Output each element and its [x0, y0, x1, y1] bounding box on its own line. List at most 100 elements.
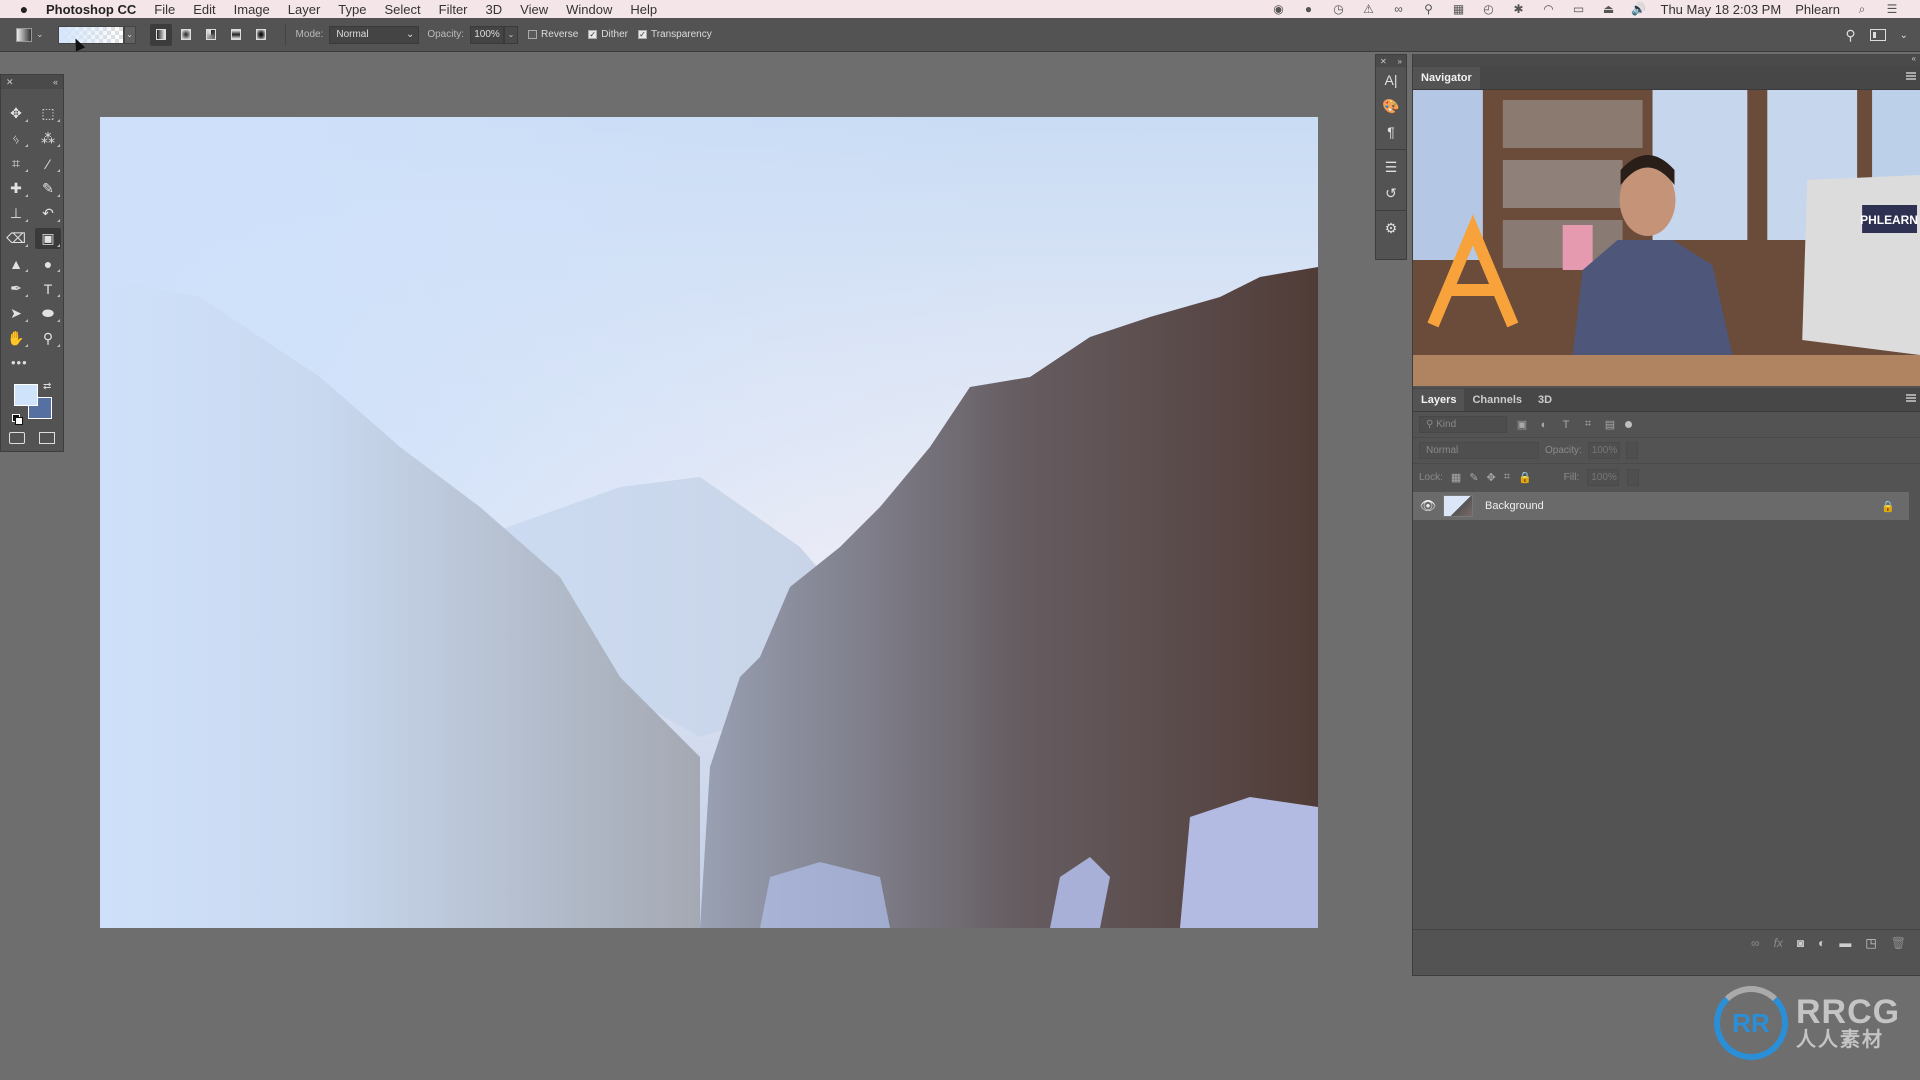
magic-wand-tool[interactable]: ⁂ — [35, 128, 61, 149]
layer-name[interactable]: Background — [1485, 500, 1881, 512]
adjustment-icon[interactable]: ◐ — [1818, 936, 1825, 950]
menu-file[interactable]: File — [154, 2, 175, 17]
lock-position-icon[interactable]: ✥ — [1487, 471, 1496, 484]
creative-cloud-icon[interactable]: ∞ — [1391, 2, 1407, 16]
layer-opacity-dropdown[interactable] — [1625, 442, 1638, 459]
brush-tool[interactable]: ✎ — [35, 178, 61, 199]
tool-preset-picker[interactable] — [16, 27, 32, 42]
screen-mode-icon[interactable] — [39, 432, 55, 444]
hand-tool[interactable]: ✋ — [3, 328, 29, 349]
blur-tool[interactable]: ▲ — [3, 253, 29, 274]
angle-gradient-button[interactable] — [200, 24, 222, 46]
workspace-icon[interactable] — [1869, 29, 1886, 41]
swap-colors-icon[interactable]: ⇄ — [43, 381, 51, 392]
edit-toolbar-button[interactable]: ••• — [11, 355, 63, 370]
volume-icon[interactable]: 🔊 — [1631, 2, 1647, 16]
menu-help[interactable]: Help — [630, 2, 657, 17]
opacity-input[interactable]: 100% — [470, 25, 505, 44]
menu-edit[interactable]: Edit — [193, 2, 215, 17]
pen-tool[interactable]: ✒ — [3, 278, 29, 299]
mask-icon[interactable]: ◙ — [1797, 936, 1804, 950]
folder-icon[interactable]: ▬ — [1839, 936, 1851, 950]
menu-image[interactable]: Image — [234, 2, 270, 17]
time-machine-icon[interactable]: ◴ — [1481, 2, 1497, 16]
lock-all-icon[interactable]: 🔒 — [1518, 471, 1532, 484]
kind-filter-select[interactable]: ⚲ Kind — [1419, 416, 1507, 433]
default-colors-icon[interactable] — [12, 414, 23, 425]
clone-source-icon[interactable]: ☰ — [1376, 154, 1406, 180]
dither-checkbox[interactable]: ✓ Dither — [588, 29, 628, 40]
bluetooth-icon[interactable]: ✱ — [1511, 2, 1527, 16]
menu-filter[interactable]: Filter — [439, 2, 468, 17]
display-icon[interactable]: ▦ — [1451, 2, 1467, 16]
new-layer-icon[interactable]: ◳ — [1865, 936, 1876, 950]
adjustment-layer-filter-icon[interactable]: ◐ — [1537, 419, 1551, 431]
menu-select[interactable]: Select — [384, 2, 420, 17]
properties-icon[interactable]: ⚙ — [1376, 215, 1406, 241]
datetime[interactable]: Thu May 18 2:03 PM — [1661, 2, 1782, 17]
collapse-icon[interactable]: « — [1912, 54, 1916, 63]
zoom-tool[interactable]: ⚲ — [35, 328, 61, 349]
app-menu[interactable]: Photoshop CC — [46, 2, 136, 17]
tab-channels[interactable]: Channels — [1464, 389, 1530, 411]
pixel-layer-filter-icon[interactable]: ▣ — [1515, 418, 1529, 431]
eyedropper-tool[interactable]: ⁄ — [35, 153, 61, 174]
layer-opacity-input[interactable]: 100% — [1587, 442, 1620, 459]
transparency-checkbox[interactable]: ✓ Transparency — [637, 29, 712, 40]
opacity-slider-dropdown[interactable]: ⌄ — [504, 25, 519, 44]
trash-icon[interactable]: 🗑 — [1891, 936, 1906, 950]
move-tool[interactable]: ✥ — [3, 103, 29, 124]
shape-layer-filter-icon[interactable]: ⌗ — [1581, 418, 1595, 431]
swatches-icon[interactable]: 🎨 — [1376, 93, 1406, 119]
navigator-preview[interactable]: PHLEARN — [1413, 90, 1920, 386]
lasso-tool[interactable]: ᛃ — [3, 128, 29, 149]
marquee-tool[interactable]: ⬚ — [35, 103, 61, 124]
character-icon[interactable]: A| — [1376, 67, 1406, 93]
tab-layers[interactable]: Layers — [1413, 389, 1465, 411]
eject-icon[interactable]: ⏏ — [1601, 2, 1617, 16]
tab-navigator[interactable]: Navigator — [1413, 67, 1480, 89]
wifi-icon[interactable]: ◠ — [1541, 2, 1557, 16]
clone-stamp-tool[interactable]: ⊥ — [3, 203, 29, 224]
dodge-tool[interactable]: ● — [35, 253, 61, 274]
lock-transparent-icon[interactable]: ▦ — [1451, 471, 1461, 484]
eraser-tool[interactable]: ⌫ — [3, 228, 29, 249]
gradient-tool[interactable]: ▣ — [35, 228, 61, 249]
menu-3d[interactable]: 3D — [486, 2, 503, 17]
blend-mode-select[interactable]: Normal — [1419, 442, 1539, 459]
foreground-color-swatch[interactable] — [14, 384, 38, 406]
visibility-eye-icon[interactable]: 👁 — [1413, 498, 1443, 514]
pin-icon[interactable]: ⚲ — [1421, 2, 1437, 16]
diamond-gradient-button[interactable] — [250, 24, 272, 46]
menu-view[interactable]: View — [520, 2, 548, 17]
user-name[interactable]: Phlearn — [1795, 2, 1840, 17]
filter-toggle-icon[interactable] — [1625, 421, 1632, 428]
panel-menu-icon[interactable] — [1906, 72, 1916, 80]
lock-image-icon[interactable]: ✎ — [1469, 471, 1478, 484]
gradient-picker-swatch[interactable] — [57, 25, 124, 44]
expand-icon[interactable]: » — [1398, 57, 1402, 66]
crop-tool[interactable]: ⌗ — [3, 153, 29, 174]
layer-row[interactable]: 👁 Background 🔒 — [1413, 492, 1909, 520]
type-layer-filter-icon[interactable]: T — [1559, 419, 1573, 431]
quick-mask-icon[interactable] — [9, 432, 25, 444]
panel-menu-icon[interactable] — [1906, 394, 1916, 402]
paragraph-icon[interactable]: ¶ — [1376, 119, 1406, 145]
menu-window[interactable]: Window — [566, 2, 612, 17]
chevron-down-icon[interactable]: ⌄ — [1900, 30, 1908, 41]
fill-input[interactable]: 100% — [1587, 468, 1620, 486]
chat-icon[interactable]: ● — [1301, 2, 1317, 16]
smart-object-filter-icon[interactable]: ▤ — [1603, 418, 1617, 431]
menu-type[interactable]: Type — [338, 2, 366, 17]
close-icon[interactable]: ✕ — [1380, 57, 1387, 66]
spotlight-icon[interactable]: ⌕ — [1854, 2, 1870, 17]
document-canvas[interactable] — [100, 117, 1318, 928]
collapse-icon[interactable]: « — [53, 77, 58, 87]
record-icon[interactable]: ◉ — [1271, 2, 1287, 16]
linear-gradient-button[interactable] — [149, 23, 172, 46]
apple-logo-icon[interactable]: ● — [16, 1, 32, 17]
chevron-down-icon[interactable]: ⌄ — [36, 29, 44, 40]
path-selection-tool[interactable]: ➤ — [3, 303, 29, 324]
notification-center-icon[interactable]: ☰ — [1884, 2, 1900, 16]
tab-3d[interactable]: 3D — [1530, 389, 1560, 411]
